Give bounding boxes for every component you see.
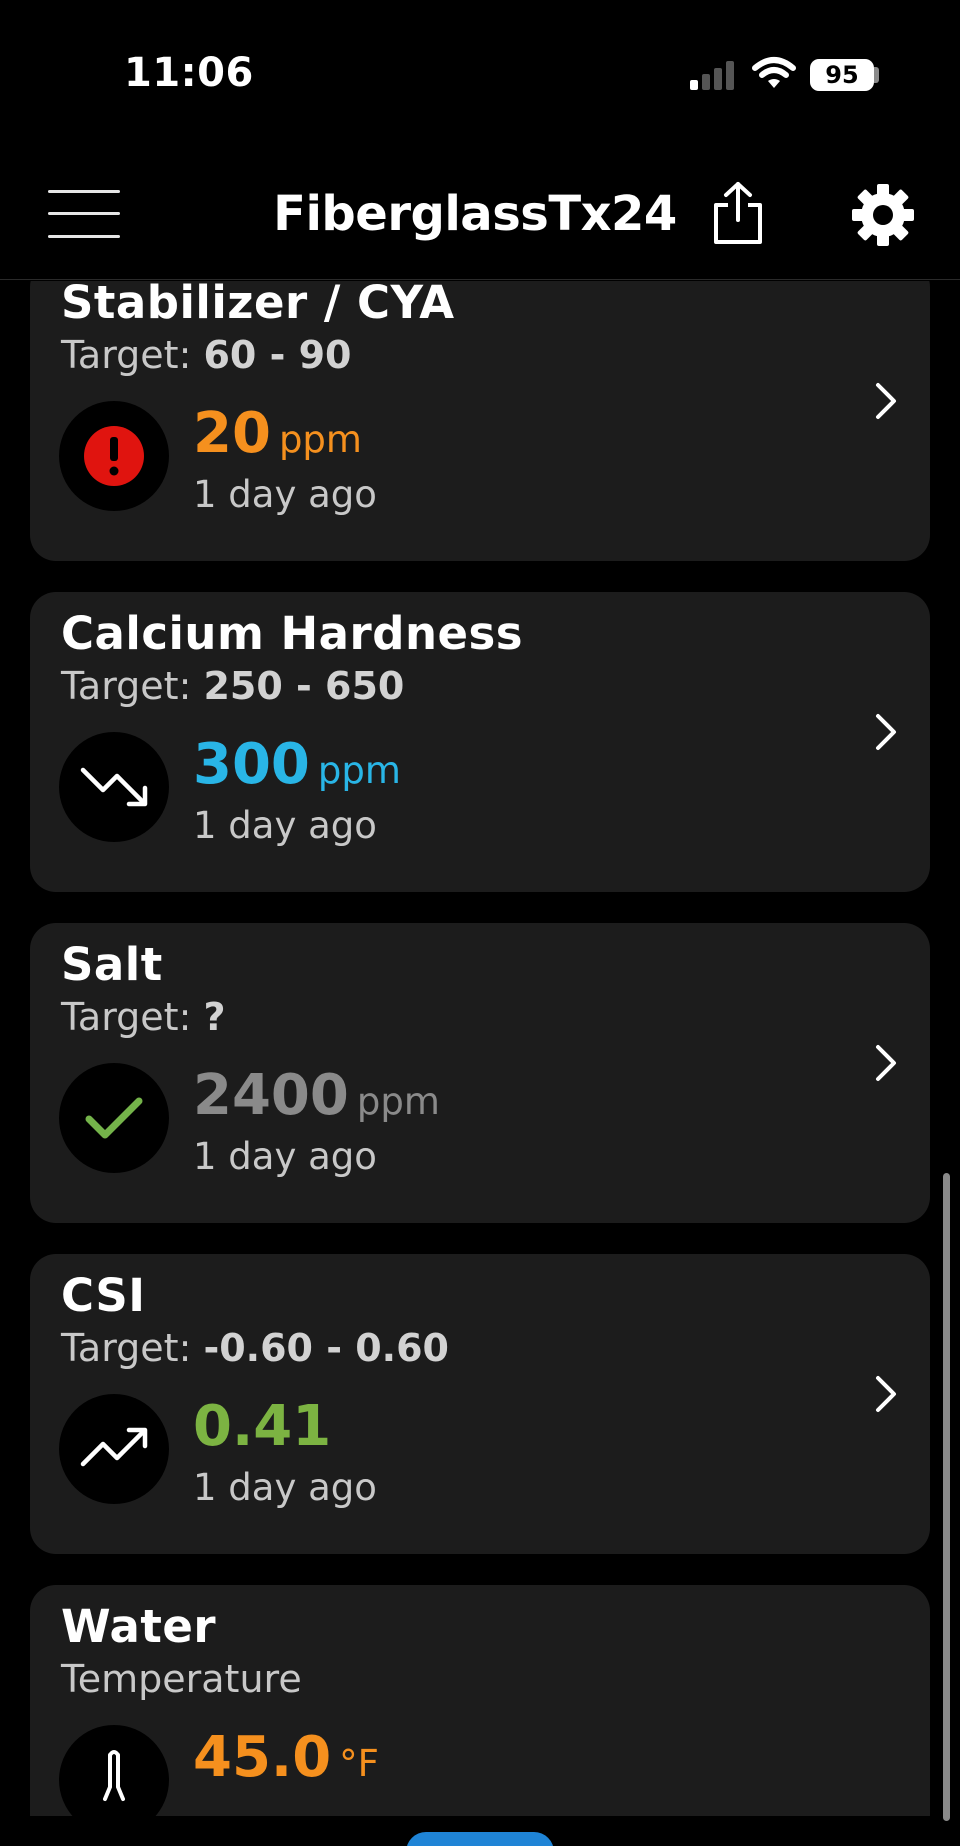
status-circle [59,401,169,511]
card-title: Stabilizer / CYA [61,281,455,329]
reading-value: 0.41 [193,1394,332,1459]
status-circle [59,732,169,842]
reading-time: 1 day ago [193,804,377,847]
status-time: 11:06 [124,50,254,96]
reading-value: 2400 [193,1063,349,1128]
battery-level: 95 [810,59,874,91]
card-title: CSI [61,1269,146,1322]
card-title: Water [61,1600,217,1653]
card-csi[interactable]: CSI Target: -0.60 - 0.60 0.41 1 day ago [30,1254,930,1554]
card-target: Target: -0.60 - 0.60 [61,1326,449,1370]
check-icon [85,1097,143,1139]
trend-up-icon [80,1427,148,1467]
reading: 20 ppm [193,401,362,466]
reading-value: 45.0 [193,1725,332,1790]
reading: 0.41 [193,1394,331,1459]
pool-name-title: FiberglassTx24 [273,186,677,242]
reading-time: 1 day ago [193,1466,377,1509]
chevron-right-icon [876,1376,896,1412]
reading-time: 1 day ago [193,473,377,516]
status-circle [59,1394,169,1504]
scrollbar[interactable] [943,1173,950,1821]
reading: 300 ppm [193,732,401,797]
status-circle [59,1725,169,1816]
card-calcium-hardness[interactable]: Calcium Hardness Target: 250 - 650 300 pp… [30,592,930,892]
card-target: Target: 250 - 650 [61,664,405,708]
card-stabilizer[interactable]: Stabilizer / CYA Target: 60 - 90 20 ppm 1… [30,281,930,561]
reading-unit: ppm [317,749,401,792]
thermometer-icon [103,1750,125,1801]
card-target: Target: ? [61,995,226,1039]
reading: 45.0 °F [193,1725,379,1790]
reading-time: 1 day ago [193,1135,377,1178]
navigation-bar: FiberglassTx24 [0,150,960,280]
bottom-action-button[interactable] [406,1832,554,1846]
card-title: Calcium Hardness [61,607,524,660]
menu-button[interactable] [48,190,120,238]
card-salt[interactable]: Salt Target: ? 2400 ppm 1 day ago [30,923,930,1223]
trend-down-icon [80,767,148,807]
alert-icon [84,426,144,486]
reading-value: 20 [193,401,271,466]
wifi-icon [752,57,796,88]
reading: 2400 ppm [193,1063,440,1128]
chevron-right-icon [876,1045,896,1081]
reading-value: 300 [193,732,310,797]
cellular-signal-icon [690,60,736,90]
gear-icon[interactable] [852,184,914,246]
card-target: Target: 60 - 90 [61,333,352,377]
card-subtitle: Temperature [61,1657,302,1701]
reading-unit: ppm [278,418,362,461]
status-circle [59,1063,169,1173]
chevron-right-icon [876,714,896,750]
share-icon[interactable] [710,180,766,246]
battery-nub [874,67,879,83]
chevron-right-icon [876,383,896,419]
card-title: Salt [61,938,163,991]
reading-unit: ppm [356,1080,440,1123]
reading-list[interactable]: Stabilizer / CYA Target: 60 - 90 20 ppm 1… [0,281,960,1816]
reading-unit: °F [339,1742,379,1785]
card-water-temperature[interactable]: Water Temperature 45.0 °F [30,1585,930,1816]
status-bar: 11:06 95 [0,0,960,150]
